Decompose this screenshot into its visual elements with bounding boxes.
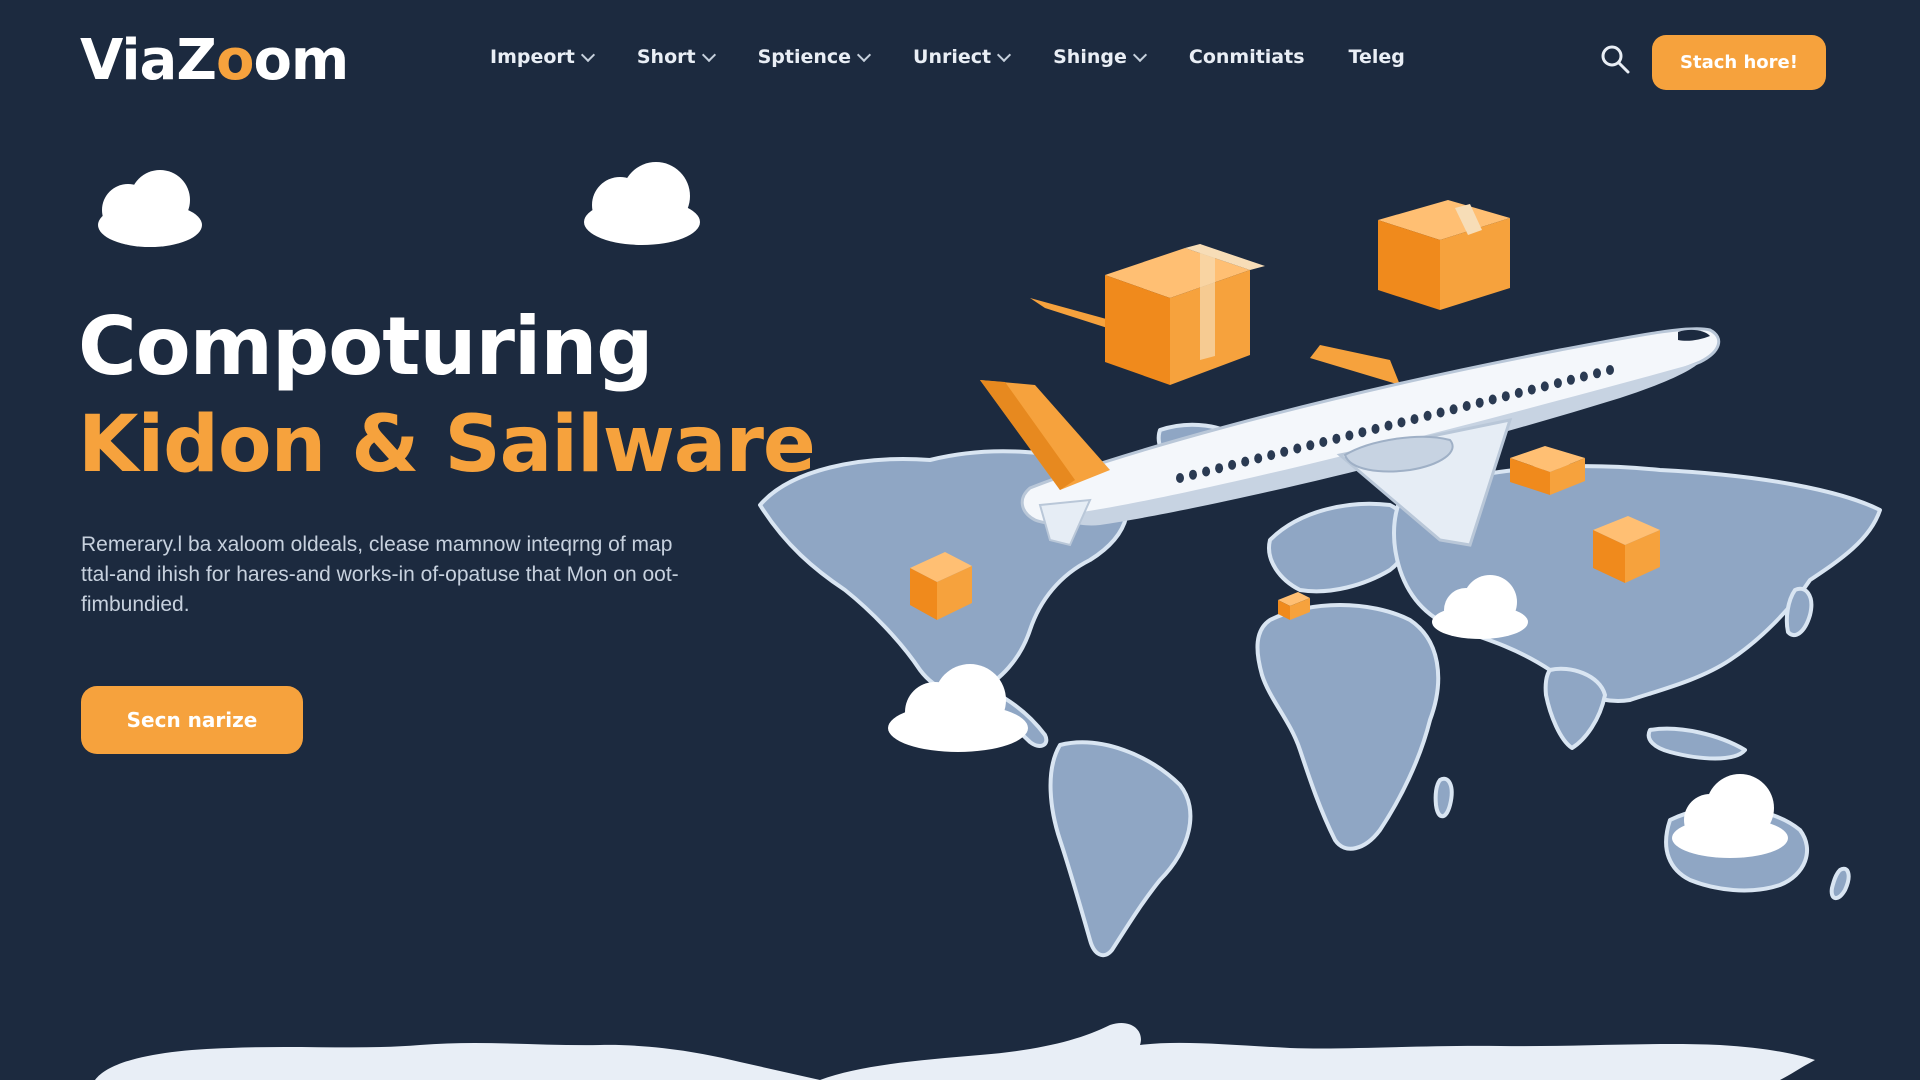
cloud-icon [98,170,202,247]
airplane-window [1306,440,1315,451]
airplane-window [1202,466,1211,477]
chevron-down-icon [1132,47,1147,62]
bottom-map-strip [95,1022,1815,1080]
airplane-window [1593,368,1601,379]
airplane-window [1215,463,1224,474]
airplane-window [1228,459,1237,470]
cloud-icon [584,162,700,245]
airplane-window [1332,433,1341,444]
airplane-window [1241,456,1250,467]
nav-item-conmitiats[interactable]: Conmitiats [1189,46,1305,68]
hero-cta-button[interactable]: Secn narize [81,686,303,754]
nav-item-short[interactable]: Short [636,46,716,68]
airplane-window [1488,394,1497,405]
logo-text-o: o [215,28,254,93]
airplane-window [1527,384,1536,395]
airplane-window [1371,423,1380,434]
hero-cta-label: Secn narize [126,708,258,732]
airplane-window [1410,414,1419,425]
hero-title-line2: Kidon & Sailware [78,400,816,490]
search-icon[interactable] [1600,44,1630,74]
airplane-window [1501,391,1510,402]
airplane-window [1606,365,1614,375]
chevron-down-icon [580,47,595,62]
chevron-down-icon [856,47,872,62]
nav-item-label: Conmitiats [1188,46,1305,68]
airplane-window [1579,371,1588,382]
airplane-window [1293,443,1302,454]
package-icon [1378,200,1510,310]
airplane-window [1384,420,1393,431]
chevron-down-icon [701,47,716,62]
hero-title-line1: Compoturing [78,300,654,393]
nav-item-label: Sptience [757,46,852,68]
airplane-window [1254,453,1263,464]
nav-item-label: Impeort [490,46,575,68]
nav-item-teleg[interactable]: Teleg [1349,46,1405,68]
airplane-window [1345,430,1354,441]
airplane-window [1280,446,1289,457]
main-nav: Impeort Short Sptience Unriect Shinge Co… [490,46,1449,68]
airplane-window [1449,404,1458,415]
airplane-window [1475,397,1484,408]
airplane-window [1176,473,1184,483]
nav-item-label: Teleg [1348,46,1405,68]
airplane-window [1566,374,1575,385]
nav-item-label: Shinge [1053,46,1127,68]
header-cta-label: Stach hore! [1680,52,1798,73]
package-icon [1105,244,1265,385]
cloud-icon [1672,774,1788,858]
nav-item-unriect[interactable]: Unriect [913,46,1012,68]
airplane-window [1514,387,1523,398]
nav-item-label: Unriect [913,46,992,68]
nav-item-label: Short [636,46,696,68]
header-cta-button[interactable]: Stach hore! [1652,35,1826,90]
logo-text-b: om [253,28,349,93]
airplane-window [1319,437,1328,447]
nav-item-impeort[interactable]: Impeort [490,46,595,68]
brand-logo[interactable]: ViaZoom [80,28,349,93]
airplane-window [1423,410,1432,421]
airplane-window [1436,407,1445,418]
chevron-down-icon [997,47,1012,62]
airplane-window [1189,469,1197,480]
airplane-window [1397,417,1406,428]
airplane-window [1267,450,1276,461]
airplane-window [1553,378,1562,389]
nav-item-sptience[interactable]: Sptience [757,46,872,68]
airplane-window [1358,427,1367,438]
nav-item-shinge[interactable]: Shinge [1053,46,1147,68]
airplane-window [1540,381,1549,392]
airplane-window [1462,401,1471,411]
hero-description: Remerary.l ba xaloom oldeals, clease mam… [81,533,679,616]
logo-text-a: ViaZ [80,28,217,93]
